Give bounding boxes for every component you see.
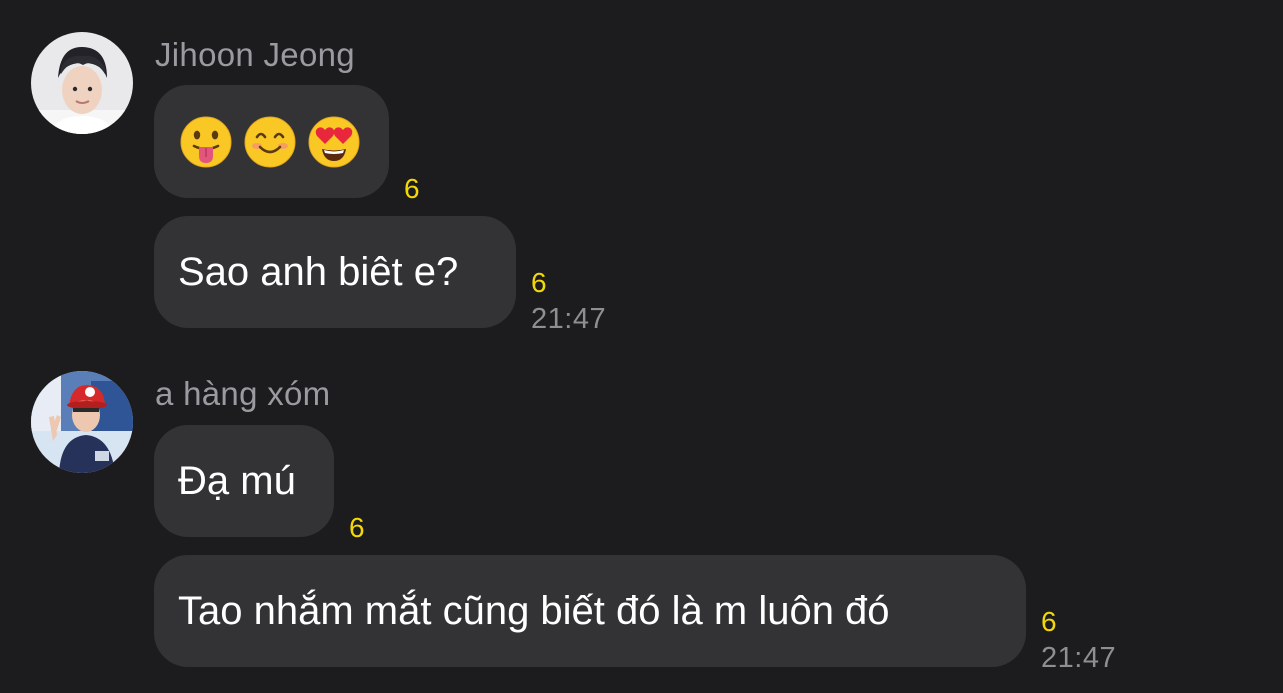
smiling-emoji-icon xyxy=(244,116,296,167)
avatar-neighbor[interactable] xyxy=(31,371,133,473)
seen-count: 6 xyxy=(349,512,365,543)
message-timestamp: 21:47 xyxy=(531,303,607,335)
emoji-group xyxy=(180,116,360,168)
avatar-jihoon[interactable] xyxy=(31,32,133,134)
message-bubble[interactable]: Tao nhắm mắt cũng biết đó là m luôn đó xyxy=(154,555,1026,667)
message-bubble[interactable]: Sao anh biêt e? xyxy=(154,216,516,328)
message-bubble-emojis[interactable] xyxy=(154,85,389,198)
chat-conversation: Jihoon Jeong 6 Sao anh biêt e? 6 21:47 a… xyxy=(0,0,1283,693)
message-bubble[interactable]: Đạ mú xyxy=(154,425,334,537)
seen-count: 6 xyxy=(531,267,547,298)
user-avatar-jihoon-icon xyxy=(31,32,133,134)
message-text: Sao anh biêt e? xyxy=(178,249,459,294)
message-text: Tao nhắm mắt cũng biết đó là m luôn đó xyxy=(178,588,890,633)
tongue-out-emoji-icon xyxy=(180,116,232,167)
sender-name: Jihoon Jeong xyxy=(155,36,355,73)
seen-count: 6 xyxy=(404,173,420,204)
message-text: Đạ mú xyxy=(178,458,296,503)
heart-eyes-emoji-icon xyxy=(308,116,360,167)
message-timestamp: 21:47 xyxy=(1041,642,1117,674)
seen-count: 6 xyxy=(1041,606,1057,637)
user-avatar-neighbor-icon xyxy=(31,371,133,473)
sender-name: a hàng xóm xyxy=(155,375,331,412)
